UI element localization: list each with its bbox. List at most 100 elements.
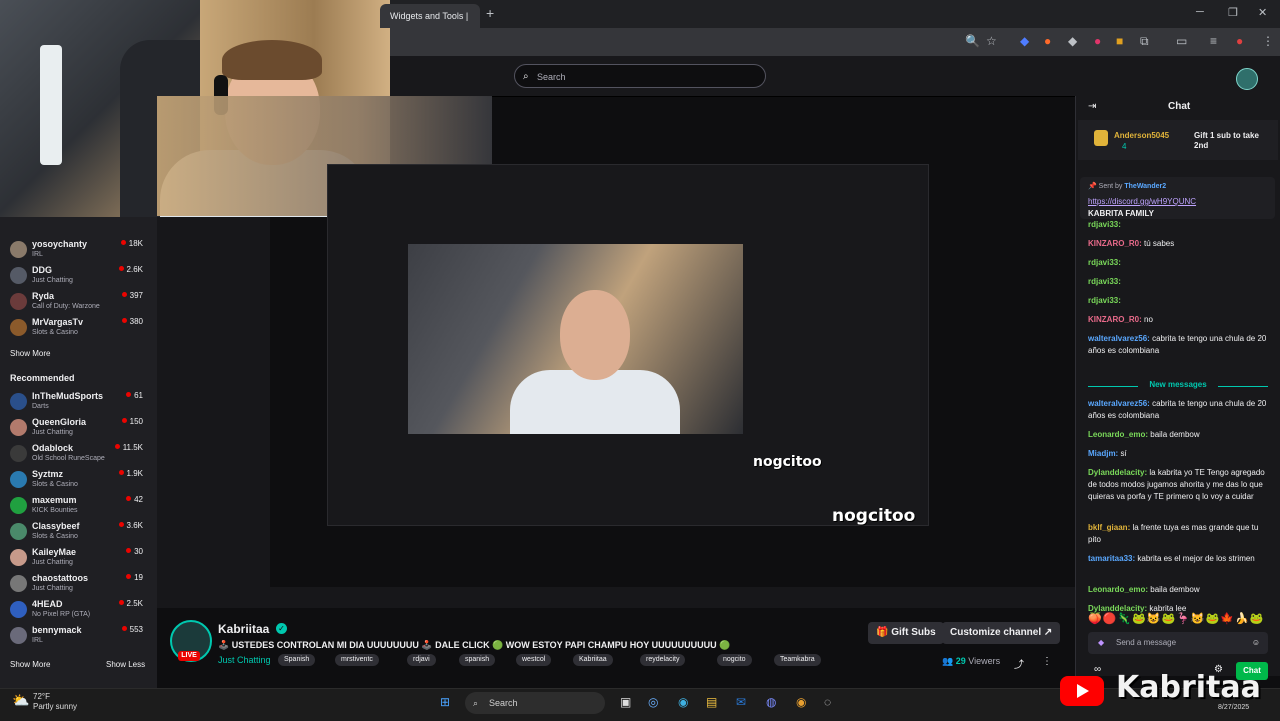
obs-icon[interactable]: ◌ bbox=[824, 695, 831, 709]
edge-icon[interactable]: ◉ bbox=[678, 695, 688, 709]
sidebar-channel[interactable]: Odablock Old School RuneScape 11.5K bbox=[0, 441, 157, 467]
sidebar-icon[interactable]: ▭ bbox=[1176, 34, 1187, 48]
more-options-icon[interactable]: ⋮ bbox=[1042, 656, 1052, 667]
chat-username[interactable]: walteralvarez56: bbox=[1088, 334, 1150, 343]
extensions-puzzle-icon[interactable]: ⧉ bbox=[1140, 34, 1149, 49]
chat-username[interactable]: Miadjm: bbox=[1088, 449, 1118, 458]
chat-username[interactable]: KINZARO_R0: bbox=[1088, 315, 1142, 324]
close-window-button[interactable]: ✕ bbox=[1258, 6, 1267, 19]
channel-points-icon[interactable]: ∞ bbox=[1094, 664, 1101, 675]
sidebar-channel[interactable]: Classybeef Slots & Casino 3.6K bbox=[0, 519, 157, 545]
collapse-chat-icon[interactable]: ⇥ bbox=[1088, 101, 1096, 112]
sidebar-channel[interactable]: chaostattoos Just Chatting 19 bbox=[0, 571, 157, 597]
media-icon[interactable]: ≡ bbox=[1210, 34, 1217, 48]
customize-channel-button[interactable]: Customize channel ↗ bbox=[942, 622, 1061, 644]
chat-username[interactable]: tamaritaa33: bbox=[1088, 554, 1135, 563]
chat-message[interactable]: KINZARO_R0: no bbox=[1088, 314, 1268, 326]
sidebar-channel[interactable]: bennymack IRL 553 bbox=[0, 623, 157, 649]
browser-tab[interactable]: Widgets and Tools | bbox=[380, 4, 480, 28]
task-view-icon[interactable]: ▣ bbox=[620, 695, 631, 709]
chat-username[interactable]: rdjavi33: bbox=[1088, 220, 1121, 229]
chat-message[interactable]: tamaritaa33: kabrita es el mejor de los … bbox=[1088, 553, 1268, 565]
viewer-count: 150 bbox=[122, 417, 143, 426]
share-icon[interactable]: ⤴ bbox=[1014, 656, 1024, 671]
gift-subs-button[interactable]: 🎁 Gift Subs bbox=[868, 622, 944, 644]
chat-message[interactable]: walteralvarez56: cabrita te tengo una ch… bbox=[1088, 398, 1268, 422]
sidebar-channel[interactable]: Ryda Call of Duty: Warzone 397 bbox=[0, 289, 157, 315]
chat-message[interactable]: bklf_giaan: la frente tuya es mas grande… bbox=[1088, 522, 1268, 546]
stream-tag[interactable]: westcol bbox=[516, 654, 552, 666]
viewer-count: 18K bbox=[121, 239, 143, 248]
search-input[interactable]: ⌕ Search bbox=[514, 64, 766, 88]
chat-username[interactable]: walteralvarez56: bbox=[1088, 399, 1150, 408]
game-category-link[interactable]: Just Chatting bbox=[218, 655, 271, 665]
maximize-button[interactable]: ❐ bbox=[1228, 6, 1238, 19]
outlook-icon[interactable]: ✉ bbox=[736, 695, 746, 709]
stream-tag[interactable]: nogcito bbox=[717, 654, 752, 666]
chat-message[interactable]: rdjavi33: bbox=[1088, 257, 1268, 269]
chat-message[interactable]: walteralvarez56: cabrita te tengo una ch… bbox=[1088, 333, 1268, 357]
chat-message[interactable]: rdjavi33: bbox=[1088, 276, 1268, 288]
sidebar-channel[interactable]: Syztmz Slots & Casino 1.9K bbox=[0, 467, 157, 493]
chat-username[interactable]: KINZARO_R0: bbox=[1088, 239, 1142, 248]
emote-picker-icon[interactable]: ☺ bbox=[1252, 632, 1260, 654]
stream-tag[interactable]: rdjavi bbox=[407, 654, 436, 666]
stream-tag[interactable]: mrstiventc bbox=[335, 654, 379, 666]
stream-tag[interactable]: reydelacity bbox=[640, 654, 686, 666]
profile-icon[interactable]: ● bbox=[1236, 34, 1243, 48]
sidebar-channel[interactable]: 4HEAD No Pixel RP (GTA) 2.5K bbox=[0, 597, 157, 623]
sidebar-channel[interactable]: KaileyMae Just Chatting 30 bbox=[0, 545, 157, 571]
channel-name[interactable]: Kabriitaa bbox=[218, 622, 269, 636]
bookmark-star-icon[interactable]: ☆ bbox=[986, 34, 997, 48]
chat-message[interactable]: Miadjm: sí bbox=[1088, 448, 1268, 460]
user-avatar[interactable] bbox=[1236, 68, 1258, 90]
sidebar-channel[interactable]: DDG Just Chatting 2.6K bbox=[0, 263, 157, 289]
chat-input[interactable]: ◆ Send a message ☺ bbox=[1088, 632, 1268, 654]
file-explorer-icon[interactable]: ▤ bbox=[706, 695, 717, 709]
sidebar-channel[interactable]: QueenGloria Just Chatting 150 bbox=[0, 415, 157, 441]
copilot-icon[interactable]: ◎ bbox=[648, 695, 658, 709]
chrome-icon[interactable]: ◉ bbox=[796, 695, 806, 709]
new-tab-button[interactable]: + bbox=[486, 5, 494, 21]
chat-message[interactable]: KINZARO_R0: tú sabes bbox=[1088, 238, 1268, 250]
extension-icon[interactable]: ● bbox=[1094, 34, 1101, 48]
sidebar-channel[interactable]: MrVargasTv Slots & Casino 380 bbox=[0, 315, 157, 341]
chat-message[interactable]: rdjavi33: bbox=[1088, 219, 1268, 231]
taskbar-search[interactable]: ⌕ Search bbox=[465, 692, 605, 714]
extension-icon[interactable]: ◆ bbox=[1068, 34, 1077, 48]
sidebar-channel[interactable]: yosoychanty IRL 18K bbox=[0, 237, 157, 263]
show-more-link[interactable]: Show More bbox=[10, 349, 50, 358]
chat-username[interactable]: Leonardo_emo: bbox=[1088, 430, 1148, 439]
sidebar-channel[interactable]: maxemum KICK Bounties 42 bbox=[0, 493, 157, 519]
discord-icon[interactable]: ◍ bbox=[766, 695, 776, 709]
pinned-link[interactable]: https://discord.gg/wH9YQUNC bbox=[1088, 197, 1196, 206]
show-more-link[interactable]: Show More bbox=[10, 660, 50, 669]
minimize-button[interactable]: ─ bbox=[1196, 6, 1204, 18]
extension-icon[interactable]: ■ bbox=[1116, 34, 1123, 48]
chat-username[interactable]: bklf_giaan: bbox=[1088, 523, 1130, 532]
chat-username[interactable]: rdjavi33: bbox=[1088, 258, 1121, 267]
emote-bar[interactable]: 🍑🔴🦎🐸😺🐸🦩😺🐸🍁🍌🐸 bbox=[1088, 612, 1268, 628]
chat-message[interactable]: Dylanddelacity: la kabrita yo TE Tengo a… bbox=[1088, 467, 1268, 503]
chat-message[interactable]: Leonardo_emo: baila dembow bbox=[1088, 584, 1268, 596]
stream-tag[interactable]: spanish bbox=[459, 654, 496, 666]
weather-widget[interactable]: 72°F Partly sunny bbox=[33, 692, 77, 712]
menu-kebab-icon[interactable]: ⋮ bbox=[1262, 34, 1274, 48]
chat-message[interactable]: Leonardo_emo: baila dembow bbox=[1088, 429, 1268, 441]
stream-tag[interactable]: Teamkabra bbox=[774, 654, 821, 666]
stream-tag[interactable]: Spanish bbox=[278, 654, 316, 666]
sidebar-channel[interactable]: InTheMudSports Darts 61 bbox=[0, 389, 157, 415]
chat-username[interactable]: rdjavi33: bbox=[1088, 296, 1121, 305]
extension-icon[interactable]: ● bbox=[1044, 34, 1051, 48]
stream-title: 🕹️ USTEDES CONTROLAN MI DIA UUUUUUUU 🕹️ … bbox=[218, 640, 731, 650]
zoom-icon[interactable]: 🔍 bbox=[965, 34, 980, 48]
windows-start-icon[interactable]: ⊞ bbox=[440, 695, 450, 709]
chat-username[interactable]: rdjavi33: bbox=[1088, 277, 1121, 286]
stream-tag[interactable]: Kabriitaa bbox=[573, 654, 613, 666]
bits-icon[interactable]: ◆ bbox=[1098, 632, 1104, 654]
chat-username[interactable]: Dylanddelacity: bbox=[1088, 468, 1147, 477]
extension-icon[interactable]: ◆ bbox=[1020, 34, 1029, 48]
chat-username[interactable]: Leonardo_emo: bbox=[1088, 585, 1148, 594]
show-less-link[interactable]: Show Less bbox=[106, 660, 145, 669]
chat-message[interactable]: rdjavi33: bbox=[1088, 295, 1268, 307]
